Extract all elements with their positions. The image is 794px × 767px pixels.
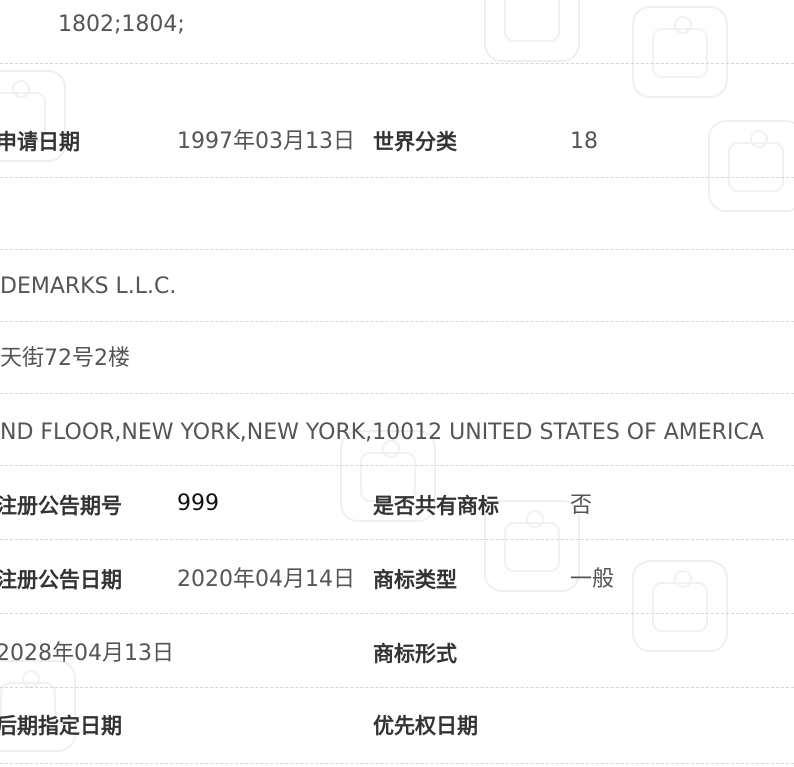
spacer-row (0, 180, 794, 250)
application-row: 申请日期 1997年03月13日 世界分类 18 (0, 106, 794, 178)
registration-date-value: 2020年04月14日 (177, 567, 355, 592)
validity-end-value: 2028年04月13日 (0, 641, 174, 666)
world-class-label: 世界分类 (373, 130, 457, 154)
registration-date-label: 注册公告日期 (0, 568, 122, 592)
priority-date-label: 优先权日期 (373, 714, 478, 738)
registration-issue-row: 注册公告期号 999 是否共有商标 否 (0, 468, 794, 540)
later-designation-date-label: 后期指定日期 (0, 714, 122, 738)
registration-issue-value: 999 (177, 491, 219, 516)
application-date-value: 1997年03月13日 (177, 129, 355, 154)
registration-issue-label: 注册公告期号 (0, 494, 122, 518)
applicant-address-en: ND FLOOR,NEW YORK,NEW YORK,10012 UNITED … (0, 420, 764, 445)
applicant-name-value: DEMARKS L.L.C. (0, 274, 177, 299)
trademark-form-label: 商标形式 (373, 642, 457, 666)
validity-row: 2028年04月13日 商标形式 (0, 616, 794, 688)
classes-row: 1802;1804; (0, 0, 794, 64)
address-en-row: ND FLOOR,NEW YORK,NEW YORK,10012 UNITED … (0, 394, 794, 466)
shared-trademark-label: 是否共有商标 (373, 494, 499, 518)
applicant-address-cn: 天街72号2楼 (0, 346, 130, 371)
similar-groups-value: 1802;1804; (58, 12, 185, 37)
later-date-row: 后期指定日期 优先权日期 (0, 688, 794, 764)
world-class-value: 18 (570, 129, 598, 154)
trademark-type-label: 商标类型 (373, 568, 457, 592)
registration-date-row: 注册公告日期 2020年04月14日 商标类型 一般 (0, 542, 794, 614)
shared-trademark-value: 否 (570, 493, 593, 518)
application-date-label: 申请日期 (0, 130, 80, 154)
trademark-type-value: 一般 (570, 567, 615, 592)
applicant-name-row: DEMARKS L.L.C. (0, 250, 794, 322)
address-cn-row: 天街72号2楼 (0, 322, 794, 394)
